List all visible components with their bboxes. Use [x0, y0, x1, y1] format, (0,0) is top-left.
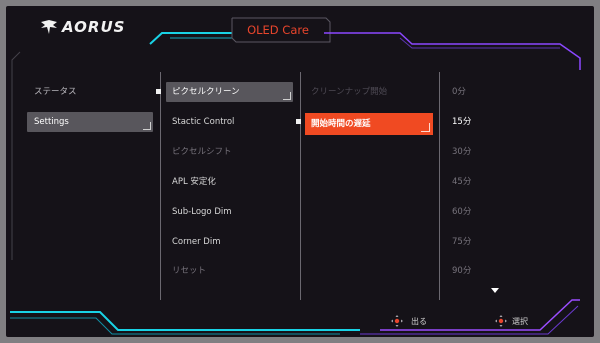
column-divider-1	[160, 72, 161, 300]
footer-select-label: 選択	[512, 317, 528, 326]
menu2-item-pixel-clean-label: ピクセルクリーン	[172, 87, 240, 97]
column-divider-2	[300, 72, 301, 300]
menu2-item-corner-dim[interactable]: Corner Dim	[172, 235, 220, 249]
column-divider-3	[439, 72, 440, 300]
menu4-item-0min[interactable]: 0分	[452, 85, 466, 99]
menu1-status-marker	[156, 89, 161, 94]
menu2-item-pixel-shift[interactable]: ピクセルシフト	[172, 145, 232, 159]
menu4-item-30min[interactable]: 30分	[452, 145, 471, 159]
menu4-item-45min[interactable]: 45分	[452, 175, 471, 189]
joystick-icon	[495, 315, 507, 327]
menu2-item-static-control[interactable]: Stactic Control	[172, 115, 234, 129]
menu4-item-90min[interactable]: 90分	[452, 264, 471, 278]
footer-exit-label: 出る	[411, 317, 427, 326]
menu4-item-75min[interactable]: 75分	[452, 235, 471, 249]
menu2-static-marker	[296, 119, 301, 124]
triangle-down-icon[interactable]	[491, 288, 499, 293]
menu4-item-15min[interactable]: 15分	[452, 115, 471, 129]
menu3-item-start-cleanup[interactable]: クリーンナップ開始	[311, 85, 387, 99]
menu1-item-status[interactable]: ステータス	[34, 85, 77, 99]
brand-logo: AORUS	[40, 15, 125, 39]
aorus-eagle-icon	[41, 20, 57, 34]
page-title: OLED Care	[247, 23, 309, 37]
menu4-item-60min[interactable]: 60分	[452, 205, 471, 219]
menu2-item-reset[interactable]: リセット	[172, 264, 206, 278]
menu2-item-sub-logo-dim[interactable]: Sub-Logo Dim	[172, 205, 232, 219]
menu2-item-apl-stabilize[interactable]: APL 安定化	[172, 175, 216, 189]
menu1-item-settings-label: Settings	[34, 117, 69, 127]
brand-logo-text: AORUS	[62, 18, 126, 36]
menu3-item-start-delay-label: 開始時間の遅延	[311, 119, 371, 129]
monitor-screen: AORUS OLED Care ステータス Settings ピクセルクリーン …	[0, 0, 600, 343]
joystick-icon	[391, 315, 403, 327]
